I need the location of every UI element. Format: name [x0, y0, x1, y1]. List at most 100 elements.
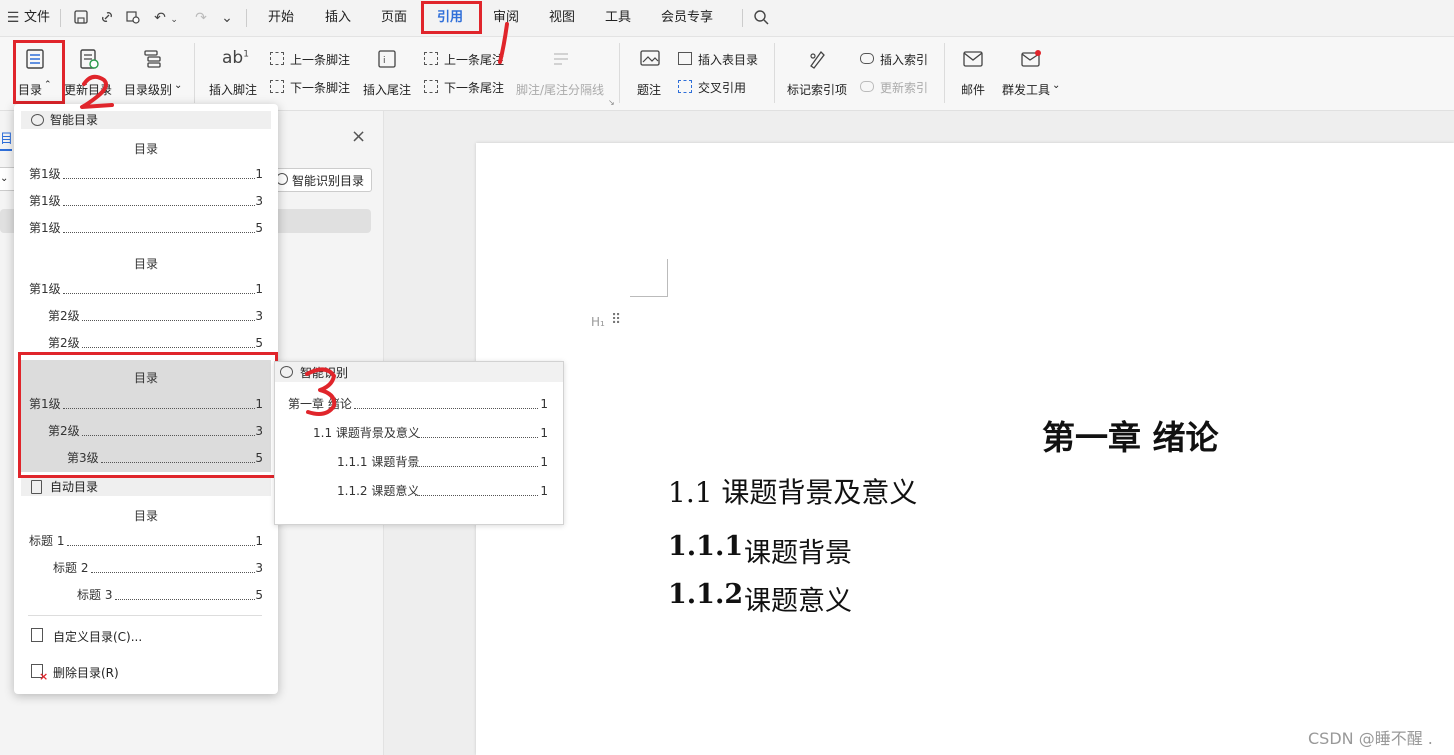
delete-x-icon: × [39, 670, 49, 683]
smart-toc-header-label: 智能目录 [50, 113, 99, 127]
insert-table-of-figures-label: 插入表目录 [698, 53, 759, 67]
mark-index-entry-label: 标记索引项 [787, 83, 848, 97]
next-endnote-button[interactable]: 下一条尾注 [424, 78, 510, 96]
toc-style-option-2[interactable]: 目录 第1级 1 第2级 3 第2级 5 [14, 247, 278, 351]
list-item: 标题 35 [77, 588, 263, 602]
endnote-icon: i [378, 50, 396, 68]
link-icon[interactable] [98, 9, 116, 27]
custom-toc-icon [31, 628, 43, 642]
separator-icon [554, 53, 568, 65]
divider [742, 9, 743, 27]
prev-endnote-icon [424, 52, 438, 65]
close-icon[interactable]: × [351, 126, 366, 147]
smart-toc-header: 智能目录 [21, 111, 271, 129]
chevron-down-icon: ⌄ [1052, 80, 1061, 91]
mail-icon [963, 51, 983, 67]
delete-toc-menu-item[interactable]: × 删除目录(R) [21, 660, 271, 684]
list-item: 第1级 5 [29, 221, 263, 235]
list-item: 第2级 5 [48, 336, 263, 350]
tab-layout[interactable]: 页面 [381, 0, 407, 36]
margin-corner-mark [630, 259, 668, 297]
divider [944, 43, 945, 103]
next-footnote-icon [270, 80, 284, 93]
drag-handle-icon[interactable]: ⠿ [611, 312, 621, 328]
insert-footnote-button[interactable]: ab1 插入脚注 [204, 40, 262, 102]
custom-toc-menu-item[interactable]: 自定义目录(C)... [21, 624, 271, 648]
dialog-launcher-icon[interactable]: ↘ [608, 98, 615, 107]
file-menu[interactable]: 文件 [24, 0, 50, 36]
annotation-number-three: 3 [305, 367, 337, 416]
insert-index-button[interactable]: 插入索引 [860, 50, 936, 68]
custom-toc-label: 自定义目录(C)... [53, 630, 143, 644]
toc-level-label: 目录级别 [124, 83, 173, 97]
mark-index-icon [810, 50, 825, 69]
smart-toc-button[interactable]: 智能识别目录 [270, 168, 372, 192]
insert-table-of-figures-button[interactable]: 插入表目录 [678, 50, 764, 68]
heading-chapter[interactable]: 第一章 绪论 [1042, 411, 1219, 459]
mark-index-entry-button[interactable]: 标记索引项 [784, 40, 850, 102]
list-item: 第1级 1 [29, 167, 263, 181]
tab-tools[interactable]: 工具 [605, 0, 631, 36]
insert-index-label: 插入索引 [880, 53, 929, 67]
mass-send-label: 群发工具 [1002, 83, 1051, 97]
heading-1-1-1-number[interactable]: 1.1.1 [668, 531, 743, 562]
redo-icon: ↷ [195, 10, 207, 26]
insert-index-icon [860, 53, 874, 64]
print-preview-icon[interactable] [124, 9, 142, 27]
next-endnote-icon [424, 80, 438, 93]
update-index-icon [860, 81, 874, 92]
ribbon: 目录 ⌃ 更新目录 目录级别 ⌄ ab1 插入脚注 上一条脚注 下一条脚注 i … [0, 37, 1454, 111]
annotation-number-one: 1 [498, 22, 509, 64]
svg-text:2: 2 [78, 74, 79, 75]
annotation-box-toc-button [13, 40, 65, 104]
mass-send-button[interactable]: 群发工具 ⌄ [1000, 40, 1066, 102]
insert-footnote-label: 插入脚注 [209, 83, 258, 97]
mail-button[interactable]: 邮件 [954, 40, 994, 102]
toc-style-title: 目录 [133, 142, 158, 156]
toc-style-option-1[interactable]: 目录 第1级 1 第1级 3 第1级 5 [14, 132, 278, 237]
table-of-figures-icon [678, 52, 692, 65]
divider [619, 43, 620, 103]
hamburger-menu-icon[interactable]: ☰ [4, 9, 22, 27]
undo-icon[interactable]: ↶ ⌄ [152, 9, 180, 27]
footnote-icon: ab1 [222, 48, 249, 68]
list-item: 标题 23 [53, 561, 263, 575]
divider [774, 43, 775, 103]
pane-tab-indicator [0, 149, 12, 151]
search-icon[interactable] [752, 9, 770, 27]
note-separator-label: 脚注/尾注分隔线 [516, 83, 605, 97]
chevron-down-icon[interactable]: ⌄ [0, 167, 15, 191]
heading-1-1[interactable]: 1.1 课题背景及意义 [668, 471, 917, 511]
insert-endnote-button[interactable]: i 插入尾注 [360, 40, 416, 102]
update-index-button: 更新索引 [860, 78, 936, 96]
toc-style-option-auto[interactable]: 目录 标题 11 标题 23 标题 35 [14, 499, 278, 604]
next-footnote-button[interactable]: 下一条脚注 [270, 78, 356, 96]
tab-member[interactable]: 会员专享 [661, 0, 713, 36]
tab-insert[interactable]: 插入 [325, 0, 351, 36]
tab-home[interactable]: 开始 [268, 0, 294, 36]
chevron-down-icon[interactable]: ⌄ [218, 9, 236, 27]
caption-label: 题注 [637, 83, 662, 97]
list-item: 1.1 课题背景及意义 1 [313, 426, 548, 440]
list-item: 标题 11 [29, 534, 263, 548]
auto-toc-header-label: 自动目录 [50, 480, 99, 494]
next-endnote-label: 下一条尾注 [444, 81, 505, 95]
heading-1-1-2-text[interactable]: 课题意义 [744, 579, 852, 618]
mass-send-icon [1021, 50, 1041, 67]
list-item: 1.1.2 课题意义 1 [337, 484, 548, 498]
heading-1-1-1-text[interactable]: 课题背景 [744, 531, 852, 570]
prev-footnote-button[interactable]: 上一条脚注 [270, 50, 356, 68]
caption-button[interactable]: 题注 [630, 40, 670, 102]
save-icon[interactable] [72, 9, 90, 27]
delete-toc-label: 删除目录(R) [53, 666, 119, 680]
next-footnote-label: 下一条脚注 [290, 81, 351, 95]
menu-bar: ☰ 文件 ↶ ⌄ ↷ ⌄ 开始 插入 页面 引用 审阅 视图 工具 会员专享 [0, 0, 1454, 37]
toc-level-button[interactable]: 目录级别 ⌄ [122, 40, 186, 102]
document-page[interactable]: H₁ ⠿ 第一章 绪论 1.1 课题背景及意义 1.1.1 课题背景 1.1.2… [476, 143, 1454, 755]
cross-reference-button[interactable]: 交叉引用 [678, 78, 764, 96]
tab-view[interactable]: 视图 [549, 0, 575, 36]
heading-1-1-2-number[interactable]: 1.1.2 [668, 579, 743, 610]
caption-icon [640, 50, 660, 66]
document-icon [31, 480, 42, 494]
toc-level-icon [144, 50, 161, 68]
